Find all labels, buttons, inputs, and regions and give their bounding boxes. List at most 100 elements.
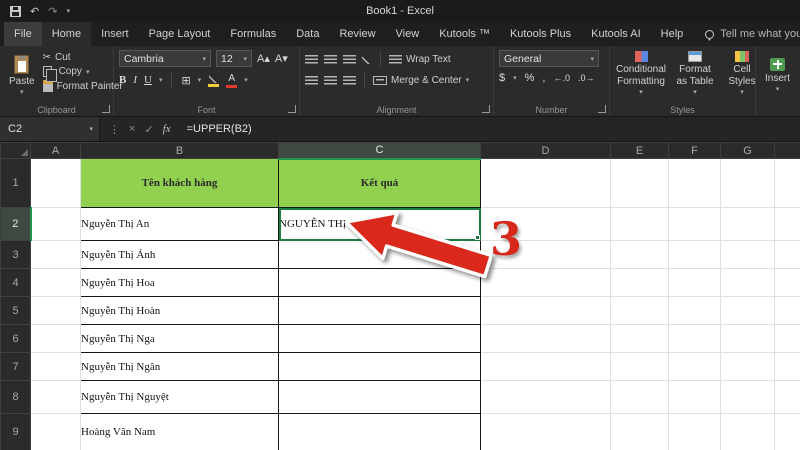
tab-file[interactable]: File [4,22,42,46]
undo-icon[interactable]: ↶ [30,5,39,18]
number-format-select[interactable]: General ▾ [499,50,599,67]
font-color-button[interactable]: A [226,73,237,88]
grow-font-icon[interactable]: A▴ [257,52,270,65]
cell-A4[interactable] [31,269,81,297]
cell-F3[interactable] [669,241,721,269]
paste-button[interactable]: Paste ▾ [5,49,39,103]
cell-E6[interactable] [611,325,669,353]
copy-button[interactable]: Copy ▾ [43,66,123,77]
cell-A5[interactable] [31,297,81,325]
cell-E3[interactable] [611,241,669,269]
clipboard-dialog-launcher-icon[interactable] [102,105,110,113]
tab-kutools-plus[interactable]: Kutools Plus [500,22,581,46]
row-header-6[interactable]: 6 [1,325,31,353]
cell-A7[interactable] [31,353,81,381]
cell-D4[interactable] [481,269,611,297]
cell-F7[interactable] [669,353,721,381]
cell-G6[interactable] [721,325,775,353]
cell-C9[interactable] [279,414,481,450]
formula-input[interactable]: =UPPER(B2) [180,117,800,141]
percent-style-icon[interactable]: % [525,72,535,84]
font-dialog-launcher-icon[interactable] [288,105,296,113]
qat-customize-icon[interactable]: ▾ [66,7,70,15]
cell-H6[interactable] [775,325,800,353]
cell-C6[interactable] [279,325,481,353]
decrease-decimal-icon[interactable]: .0→ [578,73,595,83]
cell-G3[interactable] [721,241,775,269]
cell-C8[interactable] [279,381,481,414]
alignment-dialog-launcher-icon[interactable] [482,105,490,113]
tell-me-box[interactable]: Tell me what you want to do [705,22,800,46]
cell-G1[interactable] [721,159,775,208]
name-box-caret-icon[interactable]: ▾ [89,125,93,133]
cell-F9[interactable] [669,414,721,450]
insert-cells-button[interactable]: Insert ▾ [761,49,794,103]
redo-icon[interactable]: ↷ [48,5,57,18]
col-header-B[interactable]: B [81,143,279,159]
tab-review[interactable]: Review [329,22,385,46]
cell-B9[interactable]: Hoàng Văn Nam [81,414,279,450]
col-header-A[interactable]: A [31,143,81,159]
borders-caret-icon[interactable]: ▾ [198,76,202,84]
align-top-icon[interactable] [305,55,318,64]
select-all-button[interactable] [1,143,31,159]
col-header-E[interactable]: E [611,143,669,159]
cell-F5[interactable] [669,297,721,325]
number-dialog-launcher-icon[interactable] [598,105,606,113]
cell-E5[interactable] [611,297,669,325]
cell-F6[interactable] [669,325,721,353]
formula-bar-handle-icon[interactable]: ⋮ [109,123,120,136]
cell-B7[interactable]: Nguyễn Thị Ngân [81,353,279,381]
underline-button[interactable]: U [144,74,152,86]
paste-caret-icon[interactable]: ▾ [20,89,24,97]
cell-C5[interactable] [279,297,481,325]
cell-A9[interactable] [31,414,81,450]
tab-insert[interactable]: Insert [91,22,139,46]
tab-page-layout[interactable]: Page Layout [139,22,221,46]
cancel-icon[interactable]: × [129,123,135,135]
cell-D1[interactable] [481,159,611,208]
italic-button[interactable]: I [133,74,137,86]
font-size-select[interactable]: 12 ▾ [216,50,252,67]
cell-A3[interactable] [31,241,81,269]
tab-formulas[interactable]: Formulas [220,22,286,46]
wrap-text-button[interactable]: Wrap Text [389,54,451,65]
cell-H8[interactable] [775,381,800,414]
cell-A2[interactable] [31,208,81,241]
cell-H2[interactable] [775,208,800,241]
col-header-partial[interactable] [775,143,800,159]
col-header-F[interactable]: F [669,143,721,159]
row-header-9[interactable]: 9 [1,414,31,450]
cell-H4[interactable] [775,269,800,297]
row-header-4[interactable]: 4 [1,269,31,297]
cell-F8[interactable] [669,381,721,414]
cell-B3[interactable]: Nguyễn Thị Ánh [81,241,279,269]
font-name-select[interactable]: Cambria ▾ [119,50,211,67]
shrink-font-icon[interactable]: A▾ [275,52,288,65]
cell-H3[interactable] [775,241,800,269]
align-middle-icon[interactable] [324,55,337,64]
cell-C1[interactable]: Kết quả [279,159,481,208]
tab-help[interactable]: Help [651,22,694,46]
merge-center-button[interactable]: Merge & Center ▾ [373,75,469,86]
cell-F1[interactable] [669,159,721,208]
cell-A6[interactable] [31,325,81,353]
cell-H5[interactable] [775,297,800,325]
cell-E2[interactable] [611,208,669,241]
cell-D5[interactable] [481,297,611,325]
cell-B1[interactable]: Tên khách hàng [81,159,279,208]
cell-F4[interactable] [669,269,721,297]
cell-F2[interactable] [669,208,721,241]
cell-D6[interactable] [481,325,611,353]
align-bottom-icon[interactable] [343,55,356,64]
orientation-icon[interactable] [362,54,372,64]
col-header-G[interactable]: G [721,143,775,159]
conditional-formatting-button[interactable]: Conditional Formatting ▾ [615,49,667,99]
cell-D8[interactable] [481,381,611,414]
currency-format-icon[interactable]: $ [499,72,505,84]
cell-G9[interactable] [721,414,775,450]
bold-button[interactable]: B [119,74,126,86]
format-as-table-button[interactable]: Format as Table ▾ [672,49,718,99]
tab-view[interactable]: View [386,22,430,46]
currency-caret-icon[interactable]: ▾ [513,74,517,82]
